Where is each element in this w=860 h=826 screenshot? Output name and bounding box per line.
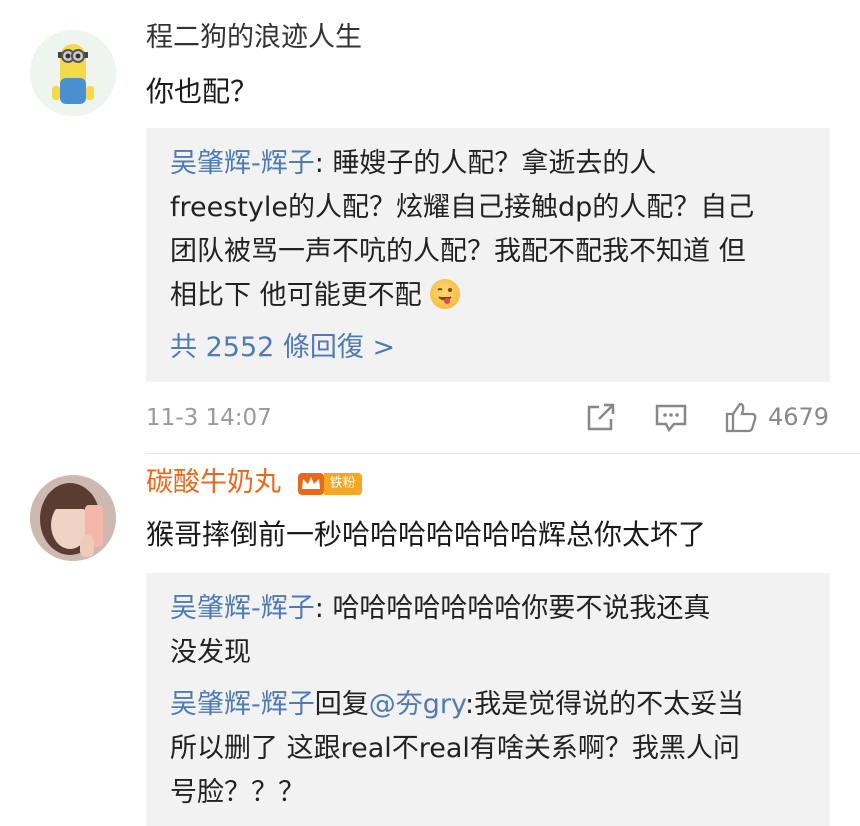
reply-line: 相比下 他可能更不配 — [170, 274, 810, 318]
reply-line: freestyle的人配？炫耀自己接触dp的人配？自己 — [170, 192, 755, 223]
comment-button[interactable] — [654, 403, 688, 433]
fan-badge[interactable]: 铁粉 — [297, 472, 362, 495]
reply-line: 吴肇辉-辉子回复@夯gry:我是觉得说的不太妥当 — [170, 683, 810, 727]
reply-line: 没发现 — [170, 637, 251, 668]
girl-selfie-avatar-icon — [30, 475, 116, 561]
divider — [146, 453, 860, 454]
reply-separator: : — [314, 148, 333, 179]
mention-link[interactable]: @夯gry — [369, 689, 465, 720]
reply-word: 回复 — [314, 689, 369, 720]
reply-line: 吴肇辉-辉子: 哈哈哈哈哈哈哈你要不说我还真 — [170, 587, 810, 631]
comment-timestamp: 11-3 14:07 — [146, 405, 272, 431]
reply-line: 团队被骂一声不吭的人配？我配不配我不知道 但 — [170, 236, 746, 267]
badge-label: 铁粉 — [323, 472, 362, 495]
comment-text: 你也配？ — [146, 75, 259, 108]
reply-text: 我是觉得说的不太妥当 — [474, 689, 745, 720]
reply-author-link[interactable]: 吴肇辉-辉子 — [170, 593, 315, 624]
reply-text: 相比下 他可能更不配 — [170, 280, 422, 311]
username-text: 碳酸牛奶丸 — [146, 467, 281, 498]
wink-tongue-emoji-icon — [430, 279, 461, 309]
like-button[interactable]: 4679 — [724, 401, 829, 433]
avatar[interactable] — [30, 30, 116, 116]
comment-1: 程二狗的浪迹人生 你也配？ 吴肇辉-辉子: 睡嫂子的人配？拿逝去的人 frees… — [0, 0, 860, 455]
share-icon — [587, 403, 615, 431]
like-count: 4679 — [768, 403, 830, 431]
reply-author-link[interactable]: 吴肇辉-辉子 — [170, 689, 315, 720]
crown-icon — [297, 472, 324, 495]
reply-text: 哈哈哈哈哈哈哈你要不说我还真 — [332, 593, 711, 624]
reply-colon: : — [465, 689, 475, 720]
reply-line: 吴肇辉-辉子: 睡嫂子的人配？拿逝去的人 — [170, 142, 810, 186]
thumbs-up-icon — [725, 402, 757, 433]
comment-text: 猴哥摔倒前一秒哈哈哈哈哈哈哈辉总你太坏了 — [146, 518, 707, 551]
reply-separator: : — [314, 593, 333, 624]
reply-author-link[interactable]: 吴肇辉-辉子 — [170, 148, 315, 179]
reply-box[interactable]: 吴肇辉-辉子: 哈哈哈哈哈哈哈你要不说我还真 没发现 吴肇辉-辉子回复@夯gry… — [146, 573, 830, 826]
reply-line: 号脸？？？ — [170, 777, 305, 808]
reply-text: 睡嫂子的人配？拿逝去的人 — [332, 148, 657, 179]
reply-line: 所以删了 这跟real不real有啥关系啊？我黑人问 — [170, 733, 740, 764]
minion-avatar-icon — [30, 30, 116, 116]
comment-username[interactable]: 碳酸牛奶丸 铁粉 — [146, 463, 362, 503]
share-button[interactable] — [585, 403, 617, 433]
view-replies-link[interactable]: 共 2552 條回復 > — [170, 326, 810, 370]
avatar[interactable] — [30, 475, 116, 561]
comment-icon — [655, 404, 687, 433]
reply-box[interactable]: 吴肇辉-辉子: 睡嫂子的人配？拿逝去的人 freestyle的人配？炫耀自己接触… — [146, 128, 830, 382]
comment-2: 碳酸牛奶丸 铁粉 猴哥摔倒前一秒哈哈哈哈哈哈哈辉总你太坏了 吴肇辉-辉子: 哈哈… — [0, 455, 860, 826]
comment-username[interactable]: 程二狗的浪迹人生 — [146, 18, 362, 58]
